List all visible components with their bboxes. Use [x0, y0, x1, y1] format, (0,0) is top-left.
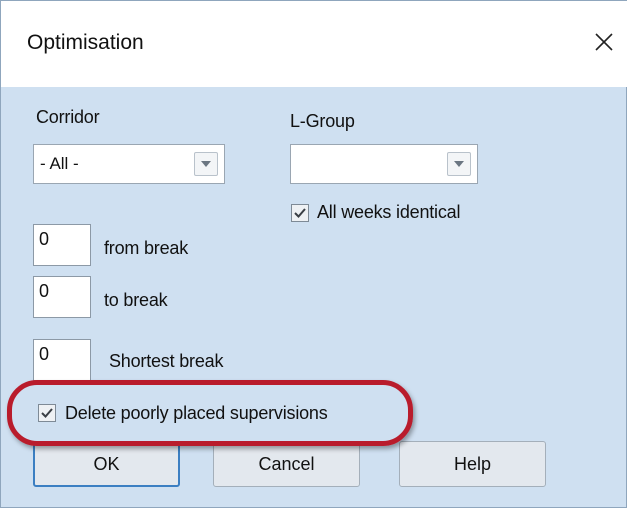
corridor-dropdown-button[interactable]: [194, 152, 218, 176]
checkmark-icon: [41, 408, 53, 418]
lgroup-dropdown-button[interactable]: [447, 152, 471, 176]
all-weeks-checkbox[interactable]: [291, 204, 309, 222]
checkmark-icon: [294, 208, 306, 218]
ok-button[interactable]: OK: [33, 441, 180, 487]
corridor-dropdown[interactable]: - All -: [33, 144, 225, 184]
to-break-label: to break: [104, 290, 168, 310]
dialog-title: Optimisation: [27, 31, 144, 54]
to-break-input[interactable]: 0: [33, 276, 91, 318]
optimisation-dialog: Optimisation Corridor - All - L-Group Al…: [0, 0, 627, 508]
chevron-down-icon: [201, 161, 211, 167]
delete-poorly-checkbox[interactable]: [38, 404, 56, 422]
cancel-button[interactable]: Cancel: [213, 441, 360, 487]
shortest-break-label: Shortest break: [109, 351, 224, 371]
close-icon: [595, 33, 613, 51]
help-button[interactable]: Help: [399, 441, 546, 487]
lgroup-label: L-Group: [290, 111, 355, 131]
shortest-break-input[interactable]: 0: [33, 339, 91, 381]
from-break-input[interactable]: 0: [33, 224, 91, 266]
all-weeks-label: All weeks identical: [317, 202, 461, 222]
title-bar: Optimisation: [1, 1, 627, 87]
corridor-label: Corridor: [36, 107, 100, 127]
corridor-value: - All -: [40, 154, 79, 173]
chevron-down-icon: [454, 161, 464, 167]
lgroup-dropdown[interactable]: [290, 144, 478, 184]
close-button[interactable]: [587, 25, 621, 59]
from-break-label: from break: [104, 238, 189, 258]
delete-poorly-label: Delete poorly placed supervisions: [65, 403, 328, 423]
